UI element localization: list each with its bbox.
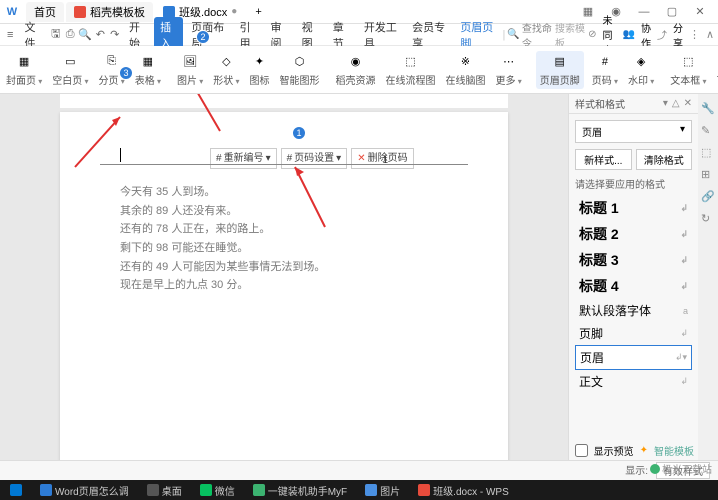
style-heading3[interactable]: 标题 3↲ [575,247,692,273]
search-template[interactable]: 搜索模板 [555,20,586,50]
show-preview-label: 显示预览 [594,443,634,458]
show-preview-checkbox[interactable] [575,444,588,457]
ribbon-header-footer[interactable]: ▤页眉页脚 [536,51,584,89]
renumber-button[interactable]: #重新编号▾ [210,148,277,169]
page-number: 1 [382,152,388,169]
cursor [120,148,121,162]
refresh-icon[interactable]: ↻ [701,212,715,226]
task-item[interactable]: 班级.docx - WPS [412,483,515,498]
task-item[interactable]: 微信 [194,483,241,498]
style-heading1[interactable]: 标题 1↲ [575,195,692,221]
style-hint: 请选择要应用的格式 [575,176,692,191]
ribbon-page-number[interactable]: #页码 [590,53,620,87]
pagenum-toolbar: #重新编号▾ #页码设置▾ ✕删除页码 [210,148,468,169]
clear-format-button[interactable]: 清除格式 [636,149,693,170]
ribbon-textbox[interactable]: ⬚文本框 [668,53,708,87]
body-text[interactable]: 今天有 35 人到场。 其余的 89 人还没有来。 还有的 78 人正在，来的路… [120,183,468,295]
task-item[interactable]: 一键装机助手MyF [247,483,353,498]
preview-icon[interactable]: 🔍 [78,27,92,43]
redo-icon[interactable]: ↷ [109,27,121,43]
menubar: ≡ 文件 🖫 ⎙ 🔍 ↶ ↷ 开始 插入 页面布局 引用 审阅 视图 章节 开发… [0,24,718,46]
start-button[interactable] [4,484,28,496]
task-item[interactable]: 桌面 [141,483,188,498]
select-icon[interactable]: ⬚ [701,146,715,160]
text-line: 现在是早上的九点 30 分。 [120,276,468,295]
style-footer[interactable]: 页脚↲ [575,322,692,345]
ribbon-table[interactable]: ▦表格 [133,53,163,87]
style-header[interactable]: 页眉↲▾ [575,345,692,370]
text-line: 剩下的 98 可能还在睡觉。 [120,239,468,258]
current-style[interactable]: 页眉▾ [575,120,692,143]
undo-icon[interactable]: ↶ [94,27,106,43]
style-body[interactable]: 正文↲ [575,370,692,393]
step-badge-2: 2 [196,30,210,44]
ribbon-smart-graphic[interactable]: ⬡智能图形 [278,53,322,87]
text-line: 还有的 49 人可能因为某些事情无法到场。 [120,258,468,277]
close-icon[interactable]: ● [231,6,237,17]
ribbon-wordart[interactable]: A艺术字 [715,53,718,87]
pencil-icon[interactable]: ✎ [701,124,715,138]
ruler[interactable] [60,94,508,108]
toolbox-icon[interactable]: 🔧 [701,102,715,116]
settings-icon[interactable]: ⊞ [701,168,715,182]
style-heading2[interactable]: 标题 2↲ [575,221,692,247]
header-divider [100,164,468,165]
ribbon-flowchart[interactable]: ⬚在线流程图 [384,53,438,87]
close-panel-icon[interactable]: ✕ [684,98,692,109]
print-icon[interactable]: ⎙ [64,27,76,43]
content-area: 页眉 1 #重新编号▾ #页码设置▾ ✕删除页码 今天有 35 人到场。 其余的… [0,94,718,478]
document-area: 页眉 1 #重新编号▾ #页码设置▾ ✕删除页码 今天有 35 人到场。 其余的… [0,94,568,478]
watermark: 极光下载站 [650,461,712,476]
text-line: 今天有 35 人到场。 [120,183,468,202]
document-page[interactable]: 1 #重新编号▾ #页码设置▾ ✕删除页码 今天有 35 人到场。 其余的 89… [60,112,508,472]
doc-icon [163,6,175,18]
ribbon: ▦封面页 ▭空白页 ⎘分页 ▦表格 🖼图片 ◇形状 ✦图标 ⬡智能图形 ◉稻壳资… [0,46,718,94]
text-line: 还有的 78 人正在，来的路上。 [120,220,468,239]
ribbon-cover-page[interactable]: ▦封面页 [4,53,44,87]
ribbon-daoke[interactable]: ◉稻壳资源 [334,53,378,87]
task-item[interactable]: Word页眉怎么调 [34,483,135,498]
ribbon-blank-page[interactable]: ▭空白页 [50,53,90,87]
ribbon-mindmap[interactable]: ※在线脑图 [444,53,488,87]
find-command[interactable]: 查找命令 [522,20,553,50]
ribbon-shapes[interactable]: ◇形状 [211,53,241,87]
step-badge-3: 3 [119,66,133,80]
ribbon-icons[interactable]: ✦图标 [248,53,272,87]
step-badge-1: 1 [292,126,306,140]
styles-panel: 样式和格式 ▾ △ ✕ 页眉▾ 新样式... 清除格式 请选择要应用的格式 标题 1… [568,94,698,478]
hamburger-icon[interactable]: ≡ [4,27,16,43]
dropdown-icon[interactable]: ▾ [663,98,668,109]
panel-title: 样式和格式 [575,96,625,111]
ribbon-watermark[interactable]: ◈水印 [626,53,656,87]
taskbar: Word页眉怎么调 桌面 微信 一键装机助手MyF 图片 班级.docx - W… [0,480,718,500]
style-default-font[interactable]: 默认段落字体a [575,299,692,322]
pagenum-settings-button[interactable]: #页码设置▾ [281,148,348,169]
task-item[interactable]: 图片 [359,483,406,498]
new-style-button[interactable]: 新样式... [575,149,632,170]
template-icon [74,6,86,18]
right-icon-bar: 🔧 ✎ ⬚ ⊞ 🔗 ↻ [698,94,718,478]
ribbon-picture[interactable]: 🖼图片 [175,53,205,87]
style-heading4[interactable]: 标题 4↲ [575,273,692,299]
text-line: 其余的 89 人还没有来。 [120,202,468,221]
statusbar: 显示: 有效样式 [0,460,718,480]
collab-button[interactable]: 协作 [641,20,651,50]
link-icon[interactable]: 🔗 [701,190,715,204]
save-icon[interactable]: 🖫 [50,27,62,43]
ribbon-more[interactable]: ⋯更多 [494,53,524,87]
smart-template-link[interactable]: 智能模板 [654,443,694,458]
styles-panel-header: 样式和格式 ▾ △ ✕ [569,94,698,114]
pin-icon[interactable]: △ [672,98,680,109]
share-button[interactable]: 分享 [673,20,683,50]
filter-label: 显示: [625,462,648,479]
